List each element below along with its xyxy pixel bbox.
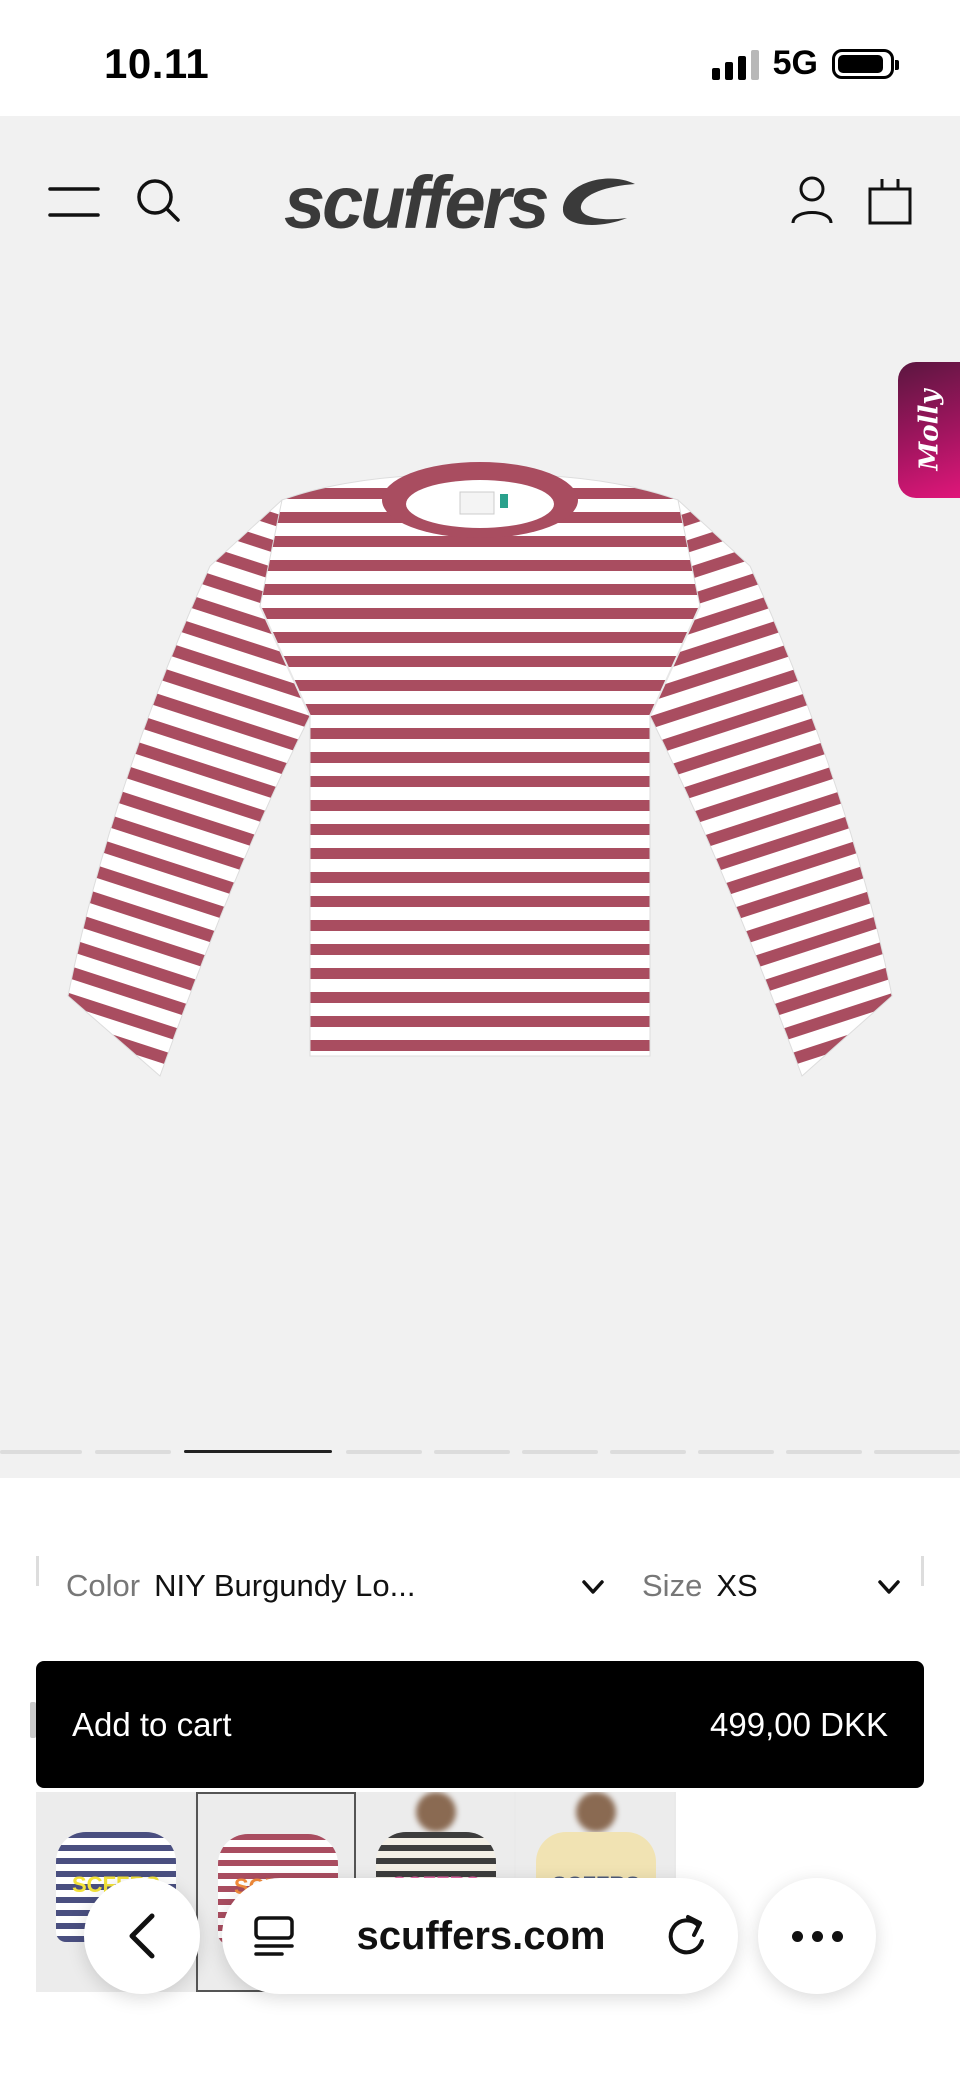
chevron-down-icon — [582, 1580, 604, 1594]
menu-button[interactable] — [44, 180, 104, 224]
logo-text: scuffers — [284, 160, 550, 244]
more-button[interactable] — [758, 1878, 876, 1994]
molly-label: Molly — [914, 389, 945, 471]
status-bar: 10.11 5G — [0, 0, 960, 116]
reload-icon[interactable] — [664, 1913, 708, 1959]
site-header: scuffers — [0, 116, 960, 286]
status-indicators: 5G — [711, 44, 899, 83]
color-select-value: NIY Burgundy Lo... — [154, 1568, 416, 1603]
more-dot — [831, 1930, 843, 1942]
url-text: scuffers.com — [356, 1913, 606, 1958]
battery-icon — [832, 48, 899, 79]
pager-dot[interactable] — [95, 1450, 171, 1454]
chevron-down-icon — [878, 1580, 900, 1594]
search-icon — [137, 179, 180, 222]
status-time: 10.11 — [104, 40, 210, 87]
pager-dot[interactable] — [522, 1450, 598, 1454]
chevron-left-icon — [129, 1913, 155, 1959]
address-bar[interactable]: scuffers.com — [222, 1878, 738, 1994]
model-head — [416, 1792, 456, 1832]
pager-dot[interactable] — [610, 1450, 686, 1454]
back-button[interactable] — [84, 1878, 200, 1994]
size-select[interactable]: Size XS — [642, 1546, 932, 1626]
pager-dot[interactable] — [434, 1450, 510, 1454]
pager-dot[interactable] — [0, 1450, 82, 1454]
color-select[interactable]: Color NIY Burgundy Lo... — [66, 1546, 606, 1626]
pager-dot-active[interactable] — [184, 1450, 332, 1453]
logo-swoosh-icon — [562, 178, 635, 225]
account-button[interactable] — [784, 172, 840, 228]
model-head — [576, 1792, 616, 1832]
cart-icon — [868, 179, 912, 225]
scuffers-logo[interactable]: scuffers — [284, 160, 674, 244]
price: 499,00 DKK — [710, 1705, 888, 1743]
menu-icon — [48, 187, 100, 217]
browser-toolbar: scuffers.com — [0, 1858, 960, 2078]
product-hero: scuffers Molly — [0, 116, 960, 1478]
add-to-cart-label: Add to cart — [72, 1705, 232, 1743]
more-dot — [811, 1930, 823, 1942]
network-type: 5G — [772, 44, 818, 82]
pager-dot[interactable] — [346, 1450, 422, 1454]
size-select-value: XS — [716, 1568, 758, 1603]
pager-dot[interactable] — [786, 1450, 862, 1454]
color-select-label: Color — [66, 1568, 141, 1603]
molly-chat-tab[interactable]: Molly — [898, 362, 960, 498]
search-button[interactable] — [130, 172, 186, 228]
signal-icon — [711, 48, 759, 80]
reader-mode-icon[interactable] — [252, 1914, 298, 1958]
add-to-cart-button[interactable]: Add to cart 499,00 DKK — [36, 1661, 924, 1788]
pager-dot[interactable] — [698, 1450, 774, 1454]
product-image[interactable] — [60, 416, 900, 1196]
account-icon — [791, 176, 833, 224]
size-select-label: Size — [642, 1568, 703, 1603]
pager-dot[interactable] — [874, 1450, 960, 1454]
cart-button[interactable] — [862, 172, 918, 228]
more-dot — [791, 1930, 803, 1942]
gallery-pager — [0, 1450, 960, 1456]
variant-selectors: Color NIY Burgundy Lo... Size XS — [36, 1546, 924, 1626]
